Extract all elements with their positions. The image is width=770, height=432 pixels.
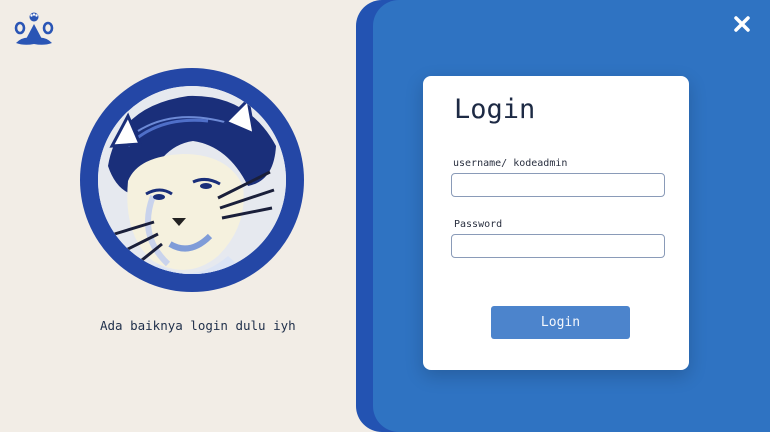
cat-boy-avatar	[98, 86, 286, 274]
password-label: Password	[454, 219, 503, 230]
avatar	[80, 68, 304, 292]
login-card: Login username/ kodeadmin Password Login	[423, 76, 689, 370]
close-icon[interactable]	[732, 14, 752, 34]
password-field[interactable]	[451, 234, 665, 258]
paw-logo-icon[interactable]	[14, 11, 54, 47]
login-button[interactable]: Login	[491, 306, 630, 339]
username-field[interactable]	[451, 173, 665, 197]
tagline-text: Ada baiknya login dulu iyh	[100, 318, 296, 333]
username-label: username/ kodeadmin	[453, 158, 568, 169]
login-title: Login	[454, 94, 536, 125]
